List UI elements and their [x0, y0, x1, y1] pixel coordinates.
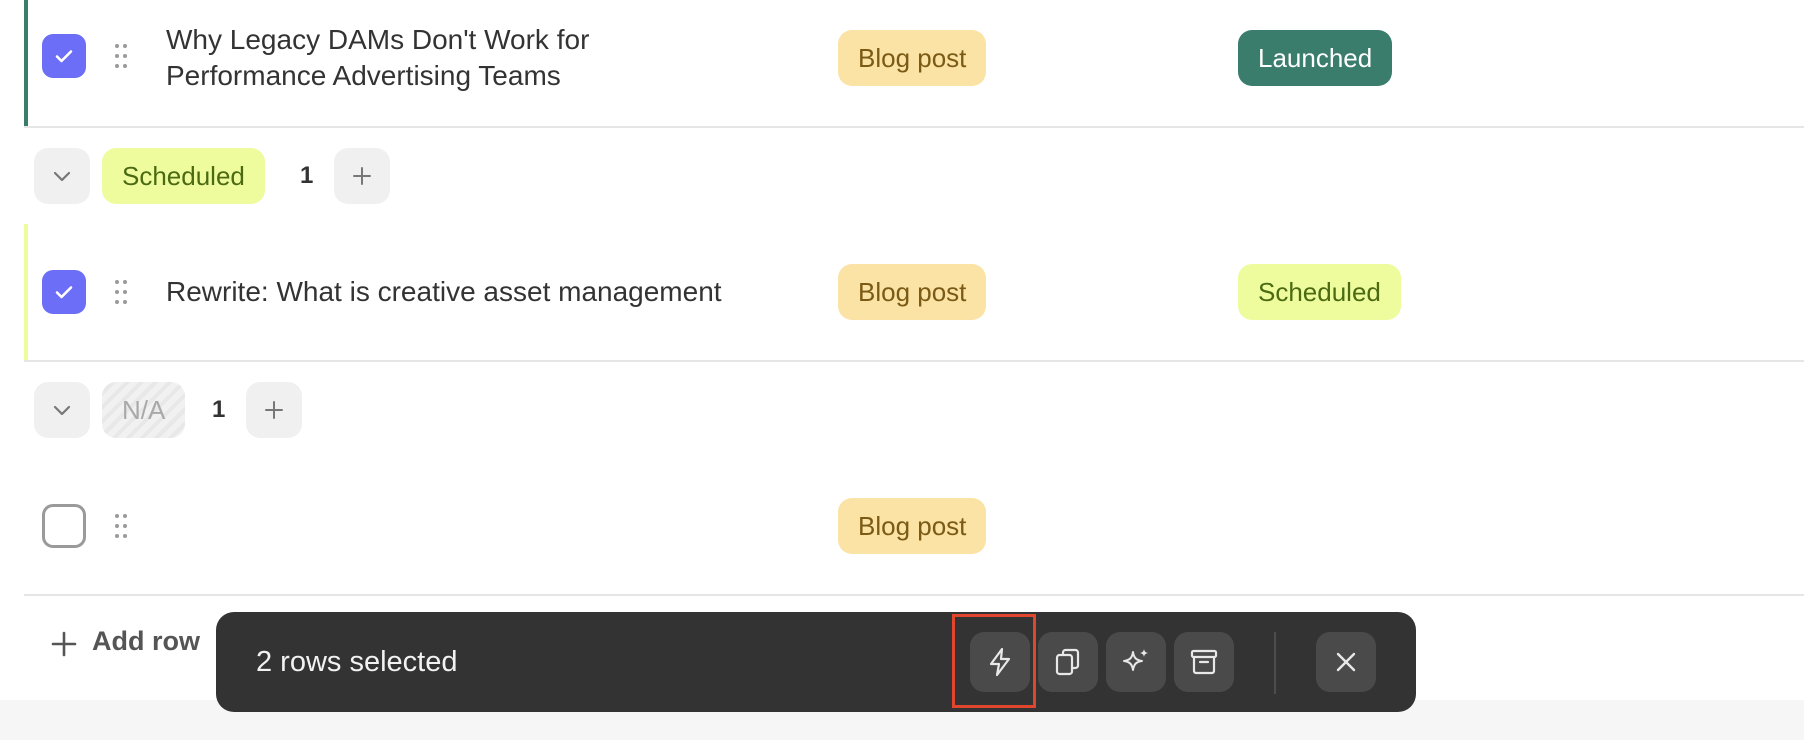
selection-count-label: 2 rows selected — [256, 646, 458, 678]
add-to-group-button[interactable] — [334, 148, 390, 204]
table-row[interactable]: Why Legacy DAMs Don't Work for Performan… — [24, 0, 1804, 128]
row-status-accent — [24, 0, 28, 126]
row-checkbox[interactable] — [42, 34, 86, 78]
add-to-group-button[interactable] — [246, 382, 302, 438]
table-row[interactable]: Blog post — [24, 458, 1804, 596]
type-badge[interactable]: Blog post — [838, 264, 987, 320]
archive-icon — [1190, 649, 1218, 675]
group-label: N/A — [102, 382, 186, 438]
status-badge[interactable]: Launched — [1238, 30, 1393, 86]
row-title[interactable]: Why Legacy DAMs Don't Work for Performan… — [166, 22, 589, 94]
duplicate-icon — [1055, 648, 1080, 676]
toolbar-divider — [1274, 632, 1276, 694]
group-count: 1 — [212, 396, 226, 423]
focus-highlight — [952, 614, 1036, 708]
table-row[interactable]: Rewrite: What is creative asset manageme… — [24, 224, 1804, 362]
drag-handle-icon[interactable] — [112, 512, 130, 540]
collapse-group-button[interactable] — [34, 148, 90, 204]
row-title[interactable]: Rewrite: What is creative asset manageme… — [166, 274, 722, 310]
selection-toolbar: 2 rows selected — [216, 612, 1416, 712]
drag-handle-icon[interactable] — [112, 42, 130, 70]
duplicate-button[interactable] — [1038, 632, 1098, 692]
row-checkbox[interactable] — [42, 270, 86, 314]
add-row-label: Add row — [92, 626, 200, 656]
drag-handle-icon[interactable] — [112, 278, 130, 306]
plus-icon — [51, 631, 77, 657]
collapse-group-button[interactable] — [34, 382, 90, 438]
ai-button[interactable] — [1106, 632, 1166, 692]
close-selection-button[interactable] — [1316, 632, 1376, 692]
group-count: 1 — [300, 162, 314, 189]
close-icon — [1336, 652, 1356, 672]
status-badge[interactable]: Scheduled — [1238, 264, 1401, 320]
row-checkbox[interactable] — [42, 504, 86, 548]
type-badge[interactable]: Blog post — [838, 30, 987, 86]
archive-button[interactable] — [1174, 632, 1234, 692]
type-badge[interactable]: Blog post — [838, 498, 987, 554]
row-status-accent — [24, 224, 28, 360]
sparkles-icon — [1123, 649, 1148, 671]
group-label: Scheduled — [102, 148, 265, 204]
